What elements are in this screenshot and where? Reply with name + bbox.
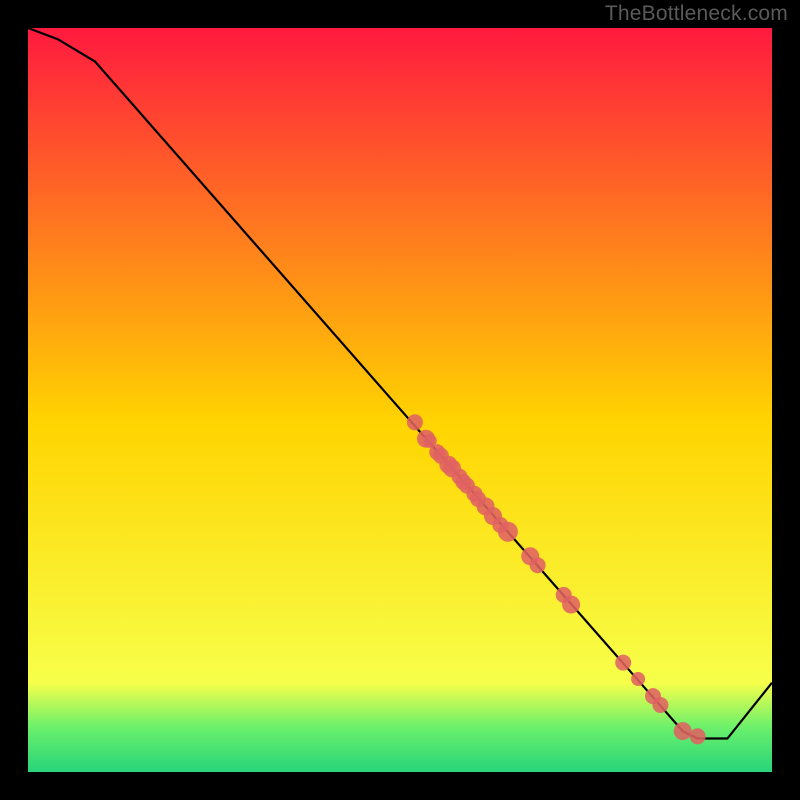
data-point: [652, 697, 668, 713]
data-point: [615, 655, 631, 671]
chart-frame: TheBottleneck.com: [0, 0, 800, 800]
chart-plot: [28, 28, 772, 772]
data-point: [407, 414, 423, 430]
data-point: [562, 596, 580, 614]
gradient-background: [28, 28, 772, 772]
chart-svg: [28, 28, 772, 772]
data-point: [498, 522, 518, 542]
data-point: [530, 557, 546, 573]
data-point: [631, 672, 645, 686]
watermark-text: TheBottleneck.com: [605, 2, 788, 26]
data-point: [674, 722, 692, 740]
data-point: [690, 728, 706, 744]
